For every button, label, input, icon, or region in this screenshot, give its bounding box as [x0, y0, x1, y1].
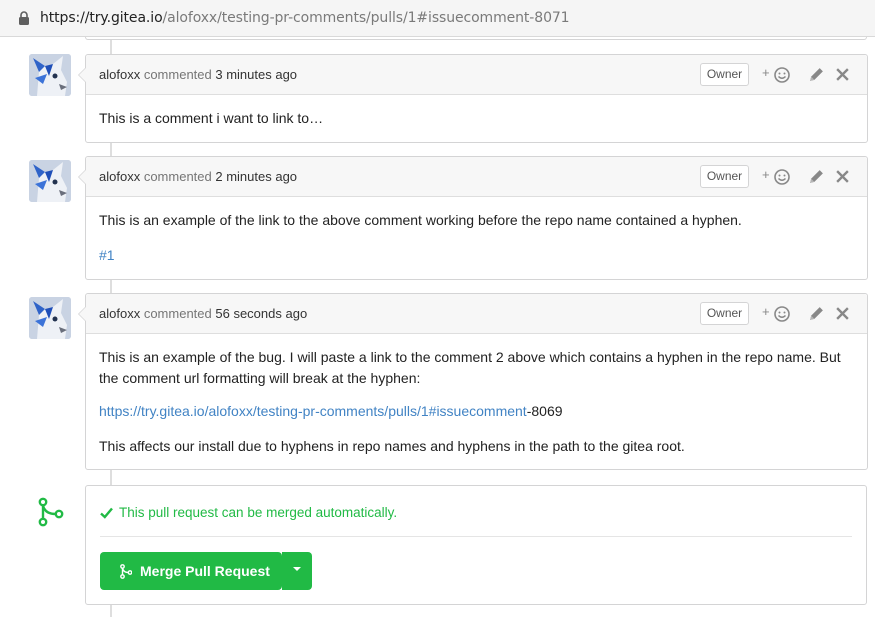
url-path: /alofoxx/testing-pr-comments/pulls/1#iss…	[162, 10, 570, 26]
comment-action: commented	[143, 306, 212, 321]
url-host: https://try.gitea.io	[40, 10, 163, 26]
merge-box: This pull request can be merged automati…	[85, 485, 867, 605]
smiley-icon	[774, 306, 790, 322]
divider	[100, 536, 852, 537]
comment-header: alofoxx commented 56 seconds ago Owner +	[86, 294, 867, 334]
comment-body: This is a comment i want to link to…	[86, 95, 867, 129]
git-merge-icon	[38, 497, 64, 527]
plus-icon: +	[762, 65, 770, 80]
comment-meta: alofoxx commented 2 minutes ago	[99, 169, 297, 185]
comment-time[interactable]: 3 minutes ago	[215, 67, 297, 82]
url-text[interactable]: https://try.gitea.io/alofoxx/testing-pr-…	[40, 10, 570, 27]
owner-badge: Owner	[700, 302, 749, 325]
merge-pull-request-button[interactable]: Merge Pull Request	[100, 552, 282, 590]
comment-header: alofoxx commented 3 minutes ago Owner +	[86, 55, 867, 95]
pencil-icon[interactable]	[808, 66, 825, 83]
close-icon[interactable]	[835, 168, 850, 185]
comment-action: commented	[143, 67, 212, 82]
avatar-fox-image	[29, 297, 71, 339]
add-reaction-button[interactable]: +	[762, 65, 794, 84]
close-icon[interactable]	[835, 305, 850, 322]
avatar-fox-image	[29, 160, 71, 202]
avatar[interactable]	[29, 160, 71, 202]
comment-text: This is an example of the link to the ab…	[99, 212, 742, 228]
avatar[interactable]	[29, 54, 71, 96]
git-merge-icon	[120, 564, 132, 579]
comment-author[interactable]: alofoxx	[99, 169, 140, 184]
plus-icon: +	[762, 304, 770, 319]
pencil-icon[interactable]	[808, 305, 825, 322]
merge-status-text: This pull request can be merged automati…	[119, 505, 398, 520]
plus-icon: +	[762, 167, 770, 182]
caret-down-icon	[293, 567, 301, 571]
add-reaction-button[interactable]: +	[762, 304, 794, 323]
comment-text: This is a comment i want to link to…	[99, 110, 324, 126]
avatar[interactable]	[29, 297, 71, 339]
owner-badge: Owner	[700, 63, 749, 86]
comment-link[interactable]: https://try.gitea.io/alofoxx/testing-pr-…	[99, 403, 527, 419]
comment-action: commented	[143, 169, 212, 184]
comment-meta: alofoxx commented 3 minutes ago	[99, 67, 297, 83]
comment-meta: alofoxx commented 56 seconds ago	[99, 306, 307, 322]
check-icon	[100, 507, 113, 519]
add-reaction-button[interactable]: +	[762, 167, 794, 186]
smiley-icon	[774, 169, 790, 185]
owner-badge: Owner	[700, 165, 749, 188]
comment-time[interactable]: 56 seconds ago	[215, 306, 307, 321]
comment-text: This is an example of the bug. I will pa…	[99, 349, 841, 386]
merge-options-dropdown[interactable]	[282, 552, 312, 590]
comment-header: alofoxx commented 2 minutes ago Owner +	[86, 157, 867, 197]
close-icon[interactable]	[835, 66, 850, 83]
comment-author[interactable]: alofoxx	[99, 67, 140, 82]
merge-button-label: Merge Pull Request	[140, 563, 270, 579]
comment-time[interactable]: 2 minutes ago	[215, 169, 297, 184]
comment-body: This is an example of the link to the ab…	[86, 197, 867, 266]
comment-box: alofoxx commented 56 seconds ago Owner +	[78, 293, 868, 470]
previous-comment-edge	[85, 37, 867, 40]
pencil-icon[interactable]	[808, 168, 825, 185]
avatar-fox-image	[29, 54, 71, 96]
issue-reference-link[interactable]: #1	[99, 247, 115, 263]
broken-link-line: https://try.gitea.io/alofoxx/testing-pr-…	[99, 401, 854, 422]
comment-box: alofoxx commented 2 minutes ago Owner +	[78, 156, 868, 280]
smiley-icon	[774, 67, 790, 83]
lock-icon	[19, 11, 29, 25]
broken-link-tail: -8069	[526, 403, 563, 419]
comment-text: This affects our install due to hyphens …	[99, 438, 685, 454]
comment-author[interactable]: alofoxx	[99, 306, 140, 321]
comment-body: This is an example of the bug. I will pa…	[86, 334, 867, 457]
comment-box: alofoxx commented 3 minutes ago Owner +	[78, 54, 868, 143]
browser-url-bar[interactable]: https://try.gitea.io/alofoxx/testing-pr-…	[0, 0, 875, 37]
